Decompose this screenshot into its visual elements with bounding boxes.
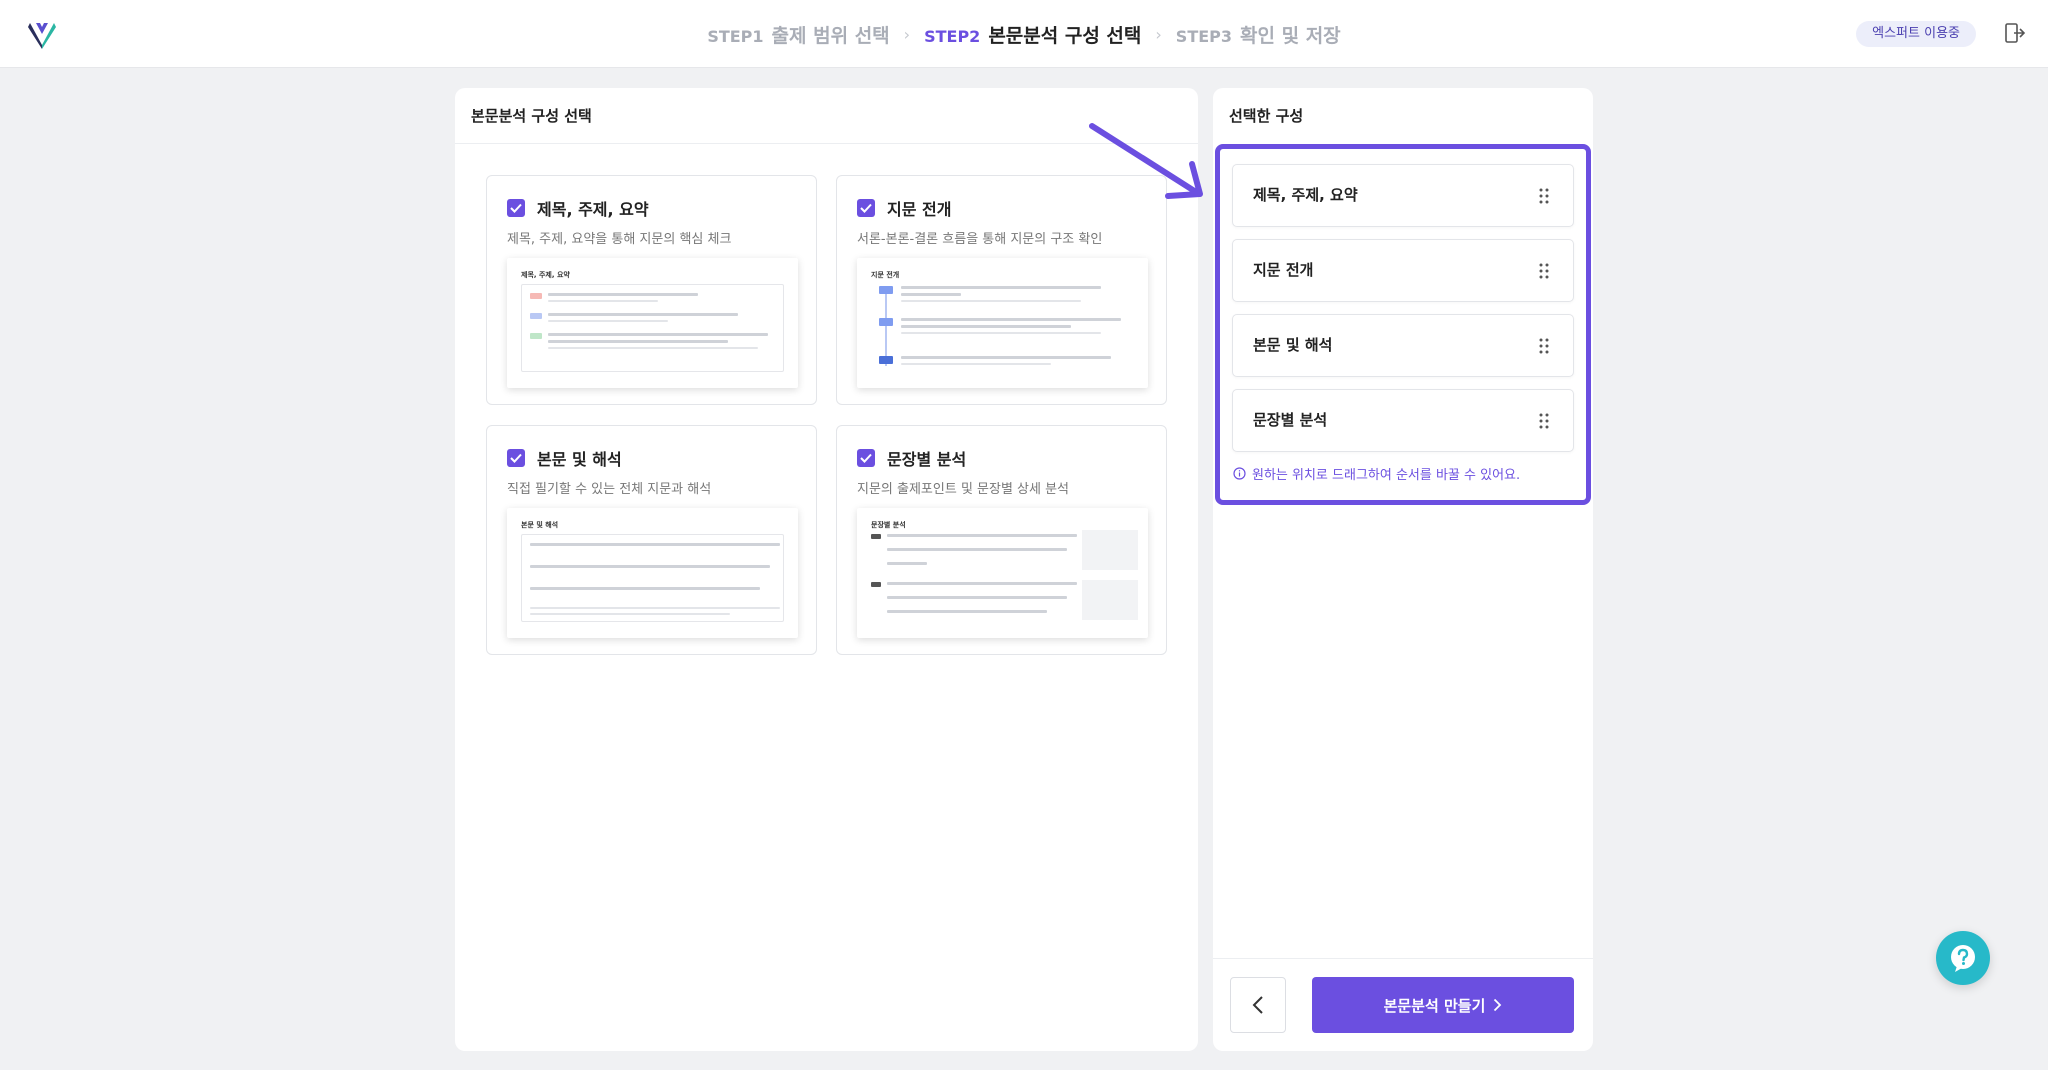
panel-title: 본문분석 구성 선택 bbox=[455, 88, 1198, 144]
chevron-right-icon: › bbox=[1155, 24, 1162, 44]
back-button[interactable] bbox=[1230, 977, 1286, 1033]
step-2-name: 본문분석 구성 선택 bbox=[988, 24, 1142, 47]
selected-item[interactable]: 지문 전개 bbox=[1232, 239, 1574, 302]
thumbnail-title: 지문 전개 bbox=[871, 271, 900, 279]
preview-thumbnail: 제목, 주제, 요약 bbox=[507, 258, 798, 388]
card-description: 서론-본론-결론 흐름을 통해 지문의 구조 확인 bbox=[857, 232, 1103, 247]
step-1-number: STEP1 bbox=[707, 26, 764, 46]
drag-handle-icon[interactable] bbox=[1539, 338, 1549, 354]
selected-item-label: 지문 전개 bbox=[1253, 261, 1314, 279]
step-2[interactable]: STEP2 본문분석 구성 선택 bbox=[924, 21, 1141, 48]
card-description: 직접 필기할 수 있는 전체 지문과 해석 bbox=[507, 482, 712, 497]
preview-thumbnail: 지문 전개 bbox=[857, 258, 1148, 388]
chevron-right-icon bbox=[1494, 998, 1502, 1012]
option-card-summary[interactable]: 제목, 주제, 요약 제목, 주제, 요약을 통해 지문의 핵심 체크 제목, … bbox=[486, 175, 817, 405]
card-description: 지문의 출제포인트 및 문장별 상세 분석 bbox=[857, 482, 1070, 497]
thumbnail-title: 본문 및 해석 bbox=[521, 521, 559, 529]
selected-item[interactable]: 본문 및 해석 bbox=[1232, 314, 1574, 377]
check-icon bbox=[860, 453, 872, 463]
checkbox-checked[interactable] bbox=[507, 199, 525, 217]
annotation-arrow-icon bbox=[1089, 123, 1203, 199]
chevron-left-icon bbox=[1252, 996, 1263, 1014]
checkbox-checked[interactable] bbox=[857, 449, 875, 467]
checkbox-checked[interactable] bbox=[507, 449, 525, 467]
card-title: 제목, 주제, 요약 bbox=[537, 200, 649, 219]
plan-badge[interactable]: 엑스퍼트 이용중 bbox=[1856, 21, 1976, 47]
composition-select-panel: 본문분석 구성 선택 제목, 주제, 요약 제목, 주제, 요약을 통해 지문의… bbox=[455, 88, 1198, 1051]
step-1[interactable]: STEP1 출제 범위 선택 bbox=[707, 21, 889, 48]
option-card-sentence-analysis[interactable]: 문장별 분석 지문의 출제포인트 및 문장별 상세 분석 문장별 분석 bbox=[836, 425, 1167, 655]
panel-title: 선택한 구성 bbox=[1229, 107, 1304, 125]
selected-item-label: 문장별 분석 bbox=[1253, 411, 1328, 429]
info-icon bbox=[1233, 467, 1246, 480]
hint-text: 원하는 위치로 드래그하여 순서를 바꿀 수 있어요. bbox=[1252, 468, 1521, 483]
card-description: 제목, 주제, 요약을 통해 지문의 핵심 체크 bbox=[507, 232, 732, 247]
create-analysis-button[interactable]: 본문분석 만들기 bbox=[1312, 977, 1574, 1033]
chevron-right-icon: › bbox=[903, 24, 911, 44]
card-title: 지문 전개 bbox=[887, 200, 952, 219]
step-1-name: 출제 범위 선택 bbox=[771, 24, 890, 47]
selected-composition-panel: 선택한 구성 제목, 주제, 요약 지문 전개 본문 및 해석 문장별 분석 원… bbox=[1213, 88, 1593, 1051]
preview-thumbnail: 문장별 분석 bbox=[857, 508, 1148, 638]
top-header: STEP1 출제 범위 선택 › STEP2 본문분석 구성 선택 › STEP… bbox=[0, 0, 2048, 68]
drag-handle-icon[interactable] bbox=[1539, 413, 1549, 429]
question-chat-icon bbox=[1951, 945, 1975, 972]
option-card-text-translation[interactable]: 본문 및 해석 직접 필기할 수 있는 전체 지문과 해석 본문 및 해석 bbox=[486, 425, 817, 655]
thumbnail-title: 제목, 주제, 요약 bbox=[521, 271, 570, 279]
check-icon bbox=[510, 453, 522, 463]
check-icon bbox=[860, 203, 872, 213]
drag-hint: 원하는 위치로 드래그하여 순서를 바꿀 수 있어요. bbox=[1233, 464, 1520, 483]
option-card-structure[interactable]: 지문 전개 서론-본론-결론 흐름을 통해 지문의 구조 확인 지문 전개 bbox=[836, 175, 1167, 405]
logout-icon[interactable] bbox=[2004, 22, 2026, 44]
footer-divider bbox=[1213, 958, 1593, 959]
step-indicator: STEP1 출제 범위 선택 › STEP2 본문분석 구성 선택 › STEP… bbox=[0, 0, 2048, 68]
preview-thumbnail: 본문 및 해석 bbox=[507, 508, 798, 638]
help-chat-button[interactable] bbox=[1936, 931, 1990, 985]
drag-handle-icon[interactable] bbox=[1539, 263, 1549, 279]
selected-item[interactable]: 제목, 주제, 요약 bbox=[1232, 164, 1574, 227]
create-analysis-label: 본문분석 만들기 bbox=[1383, 996, 1486, 1015]
step-3-name: 확인 및 저장 bbox=[1240, 24, 1341, 47]
thumbnail-title: 문장별 분석 bbox=[871, 521, 906, 529]
card-title: 문장별 분석 bbox=[887, 450, 967, 469]
selected-item-label: 본문 및 해석 bbox=[1253, 336, 1333, 354]
step-3-number: STEP3 bbox=[1175, 26, 1233, 46]
step-2-number: STEP2 bbox=[924, 26, 981, 46]
drag-handle-icon[interactable] bbox=[1539, 188, 1549, 204]
card-title: 본문 및 해석 bbox=[537, 450, 622, 469]
selected-item[interactable]: 문장별 분석 bbox=[1232, 389, 1574, 452]
check-icon bbox=[510, 203, 522, 213]
selected-item-label: 제목, 주제, 요약 bbox=[1253, 186, 1358, 204]
step-3[interactable]: STEP3 확인 및 저장 bbox=[1176, 21, 1341, 48]
checkbox-checked[interactable] bbox=[857, 199, 875, 217]
